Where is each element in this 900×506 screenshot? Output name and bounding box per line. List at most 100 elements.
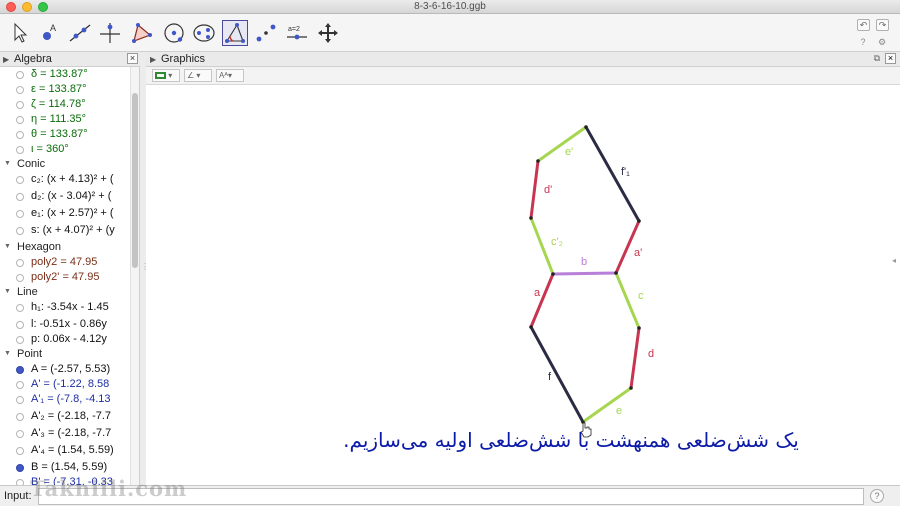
color-style-button[interactable]: ▾ xyxy=(152,69,180,82)
algebra-item[interactable]: θ = 133.87° xyxy=(0,128,130,142)
algebra-item[interactable]: η = 111.35° xyxy=(0,113,130,127)
visibility-toggle[interactable] xyxy=(16,413,24,421)
visibility-toggle[interactable] xyxy=(16,336,24,344)
undock-icon[interactable]: ⧉ xyxy=(874,53,880,64)
algebra-item[interactable]: ε = 133.87° xyxy=(0,83,130,97)
polygon-tool-button[interactable] xyxy=(129,20,155,46)
algebra-item[interactable]: poly2 = 47.95 xyxy=(0,256,130,270)
expand-triangle-icon[interactable]: ▼ xyxy=(4,160,11,167)
close-algebra-view-button[interactable]: × xyxy=(127,53,138,64)
vertex-point[interactable] xyxy=(529,325,533,329)
segment-9[interactable] xyxy=(629,326,641,390)
expand-triangle-icon[interactable]: ▼ xyxy=(4,350,11,357)
reflect-tool-button[interactable] xyxy=(253,20,279,46)
visibility-toggle[interactable] xyxy=(16,176,24,184)
segment-5[interactable] xyxy=(551,271,618,276)
vertex-point[interactable] xyxy=(536,159,540,163)
redo-button[interactable]: ↷ xyxy=(876,19,889,31)
expand-triangle-icon[interactable]: ▼ xyxy=(4,243,11,250)
point-tool-button[interactable]: A xyxy=(37,20,63,46)
algebra-item[interactable]: poly2' = 47.95 xyxy=(0,271,130,285)
segment-6[interactable] xyxy=(529,272,555,329)
visibility-toggle[interactable] xyxy=(16,304,24,312)
visibility-toggle[interactable] xyxy=(16,131,24,139)
algebra-scrollbar[interactable] xyxy=(130,67,139,485)
angle-tool-button[interactable] xyxy=(222,20,248,46)
algebra-item[interactable]: ζ = 114.78° xyxy=(0,98,130,112)
segment-0[interactable] xyxy=(536,125,588,163)
algebra-item[interactable]: p: 0.06x - 4.12y xyxy=(0,333,130,347)
algebra-item[interactable]: A'₃ = (-2.18, -7.7 xyxy=(0,427,130,441)
algebra-item[interactable]: A'₁ = (-7.8, -4.13 xyxy=(0,393,130,407)
collapse-triangle-icon[interactable]: ▶ xyxy=(150,55,156,64)
label-style-button[interactable]: Aᴬ▾ xyxy=(216,69,244,82)
visibility-toggle[interactable] xyxy=(16,321,24,329)
segment-10[interactable] xyxy=(581,386,633,424)
algebra-item[interactable]: e₁: (x + 2.57)² + ( xyxy=(0,207,130,221)
visibility-toggle[interactable] xyxy=(16,193,24,201)
visibility-toggle[interactable] xyxy=(16,227,24,235)
scrollbar-thumb[interactable] xyxy=(132,93,138,268)
ellipse-tool-button[interactable] xyxy=(191,20,217,46)
visibility-toggle[interactable] xyxy=(16,210,24,218)
segment-label: f'₁ xyxy=(621,166,630,178)
graphics-canvas[interactable]: e' f'₁ d' c'₂ a' b a c f d e xyxy=(146,85,900,485)
input-help-button[interactable]: ? xyxy=(870,489,884,503)
visibility-toggle[interactable] xyxy=(16,71,24,79)
visibility-toggle[interactable] xyxy=(16,366,24,374)
help-icon[interactable]: ? xyxy=(857,37,869,47)
segment-7[interactable] xyxy=(614,271,641,330)
slider-tool-button[interactable]: a=2 xyxy=(284,20,310,46)
visibility-toggle[interactable] xyxy=(16,396,24,404)
algebra-item-text: p: 0.06x - 4.12y xyxy=(31,333,107,345)
gear-icon[interactable]: ⚙ xyxy=(876,37,888,48)
algebra-item[interactable]: A = (-2.57, 5.53) xyxy=(0,363,130,377)
move-graphics-view-button[interactable] xyxy=(315,20,341,46)
collapse-triangle-icon[interactable]: ▶ xyxy=(3,55,9,64)
segment-3[interactable] xyxy=(529,216,555,276)
visibility-toggle[interactable] xyxy=(16,101,24,109)
algebra-item[interactable]: l: -0.51x - 0.86y xyxy=(0,318,130,332)
window-title: 8-3-6-16-10.ggb xyxy=(414,1,486,12)
circle-tool-button[interactable] xyxy=(161,20,187,46)
vertex-point[interactable] xyxy=(637,326,641,330)
vertex-point[interactable] xyxy=(614,271,618,275)
visibility-toggle[interactable] xyxy=(16,430,24,438)
expand-triangle-icon[interactable]: ▼ xyxy=(4,288,11,295)
algebra-item[interactable]: A'₄ = (1.54, 5.59) xyxy=(0,444,130,458)
vertex-point[interactable] xyxy=(529,216,533,220)
undo-button[interactable]: ↶ xyxy=(857,19,870,31)
angle-style-button[interactable]: ∠ ▾ xyxy=(184,69,212,82)
geometry-drawing[interactable]: e' f'₁ d' c'₂ a' b a c f d e xyxy=(146,85,900,485)
segment-1[interactable] xyxy=(584,125,641,223)
vertex-point[interactable] xyxy=(629,386,633,390)
algebra-item[interactable]: d₂: (x - 3.04)² + ( xyxy=(0,190,130,204)
algebra-item[interactable]: ι = 360° xyxy=(0,143,130,157)
move-tool-button[interactable] xyxy=(7,20,33,46)
algebra-item[interactable]: A'₂ = (-2.18, -7.7 xyxy=(0,410,130,424)
segment-2[interactable] xyxy=(529,159,540,220)
visibility-toggle[interactable] xyxy=(16,146,24,154)
algebra-item[interactable]: δ = 133.87° xyxy=(0,68,130,82)
vertex-point[interactable] xyxy=(584,125,588,129)
visibility-toggle[interactable] xyxy=(16,116,24,124)
algebra-view[interactable]: δ = 133.87° ε = 133.87° ζ = 114.78° η = 111… xyxy=(0,67,140,485)
visibility-toggle[interactable] xyxy=(16,274,24,282)
algebra-item[interactable]: c₂: (x + 4.13)² + ( xyxy=(0,173,130,187)
algebra-item[interactable]: A' = (-1.22, 8.58 xyxy=(0,378,130,392)
algebra-item[interactable]: B = (1.54, 5.59) xyxy=(0,461,130,475)
segment-8[interactable] xyxy=(529,325,585,424)
visibility-toggle[interactable] xyxy=(16,447,24,455)
visibility-toggle[interactable] xyxy=(16,259,24,267)
visibility-toggle[interactable] xyxy=(16,464,24,472)
perpendicular-line-tool-button[interactable] xyxy=(97,20,123,46)
algebra-item[interactable]: h₁: -3.54x - 1.45 xyxy=(0,301,130,315)
visibility-toggle[interactable] xyxy=(16,381,24,389)
vertex-point[interactable] xyxy=(637,219,641,223)
close-graphics-view-button[interactable]: × xyxy=(885,53,896,64)
line-tool-button[interactable] xyxy=(67,20,93,46)
view-split-handle[interactable]: ◂ xyxy=(892,256,896,265)
visibility-toggle[interactable] xyxy=(16,86,24,94)
algebra-item[interactable]: s: (x + 4.07)² + (y xyxy=(0,224,130,238)
vertex-point[interactable] xyxy=(551,272,555,276)
